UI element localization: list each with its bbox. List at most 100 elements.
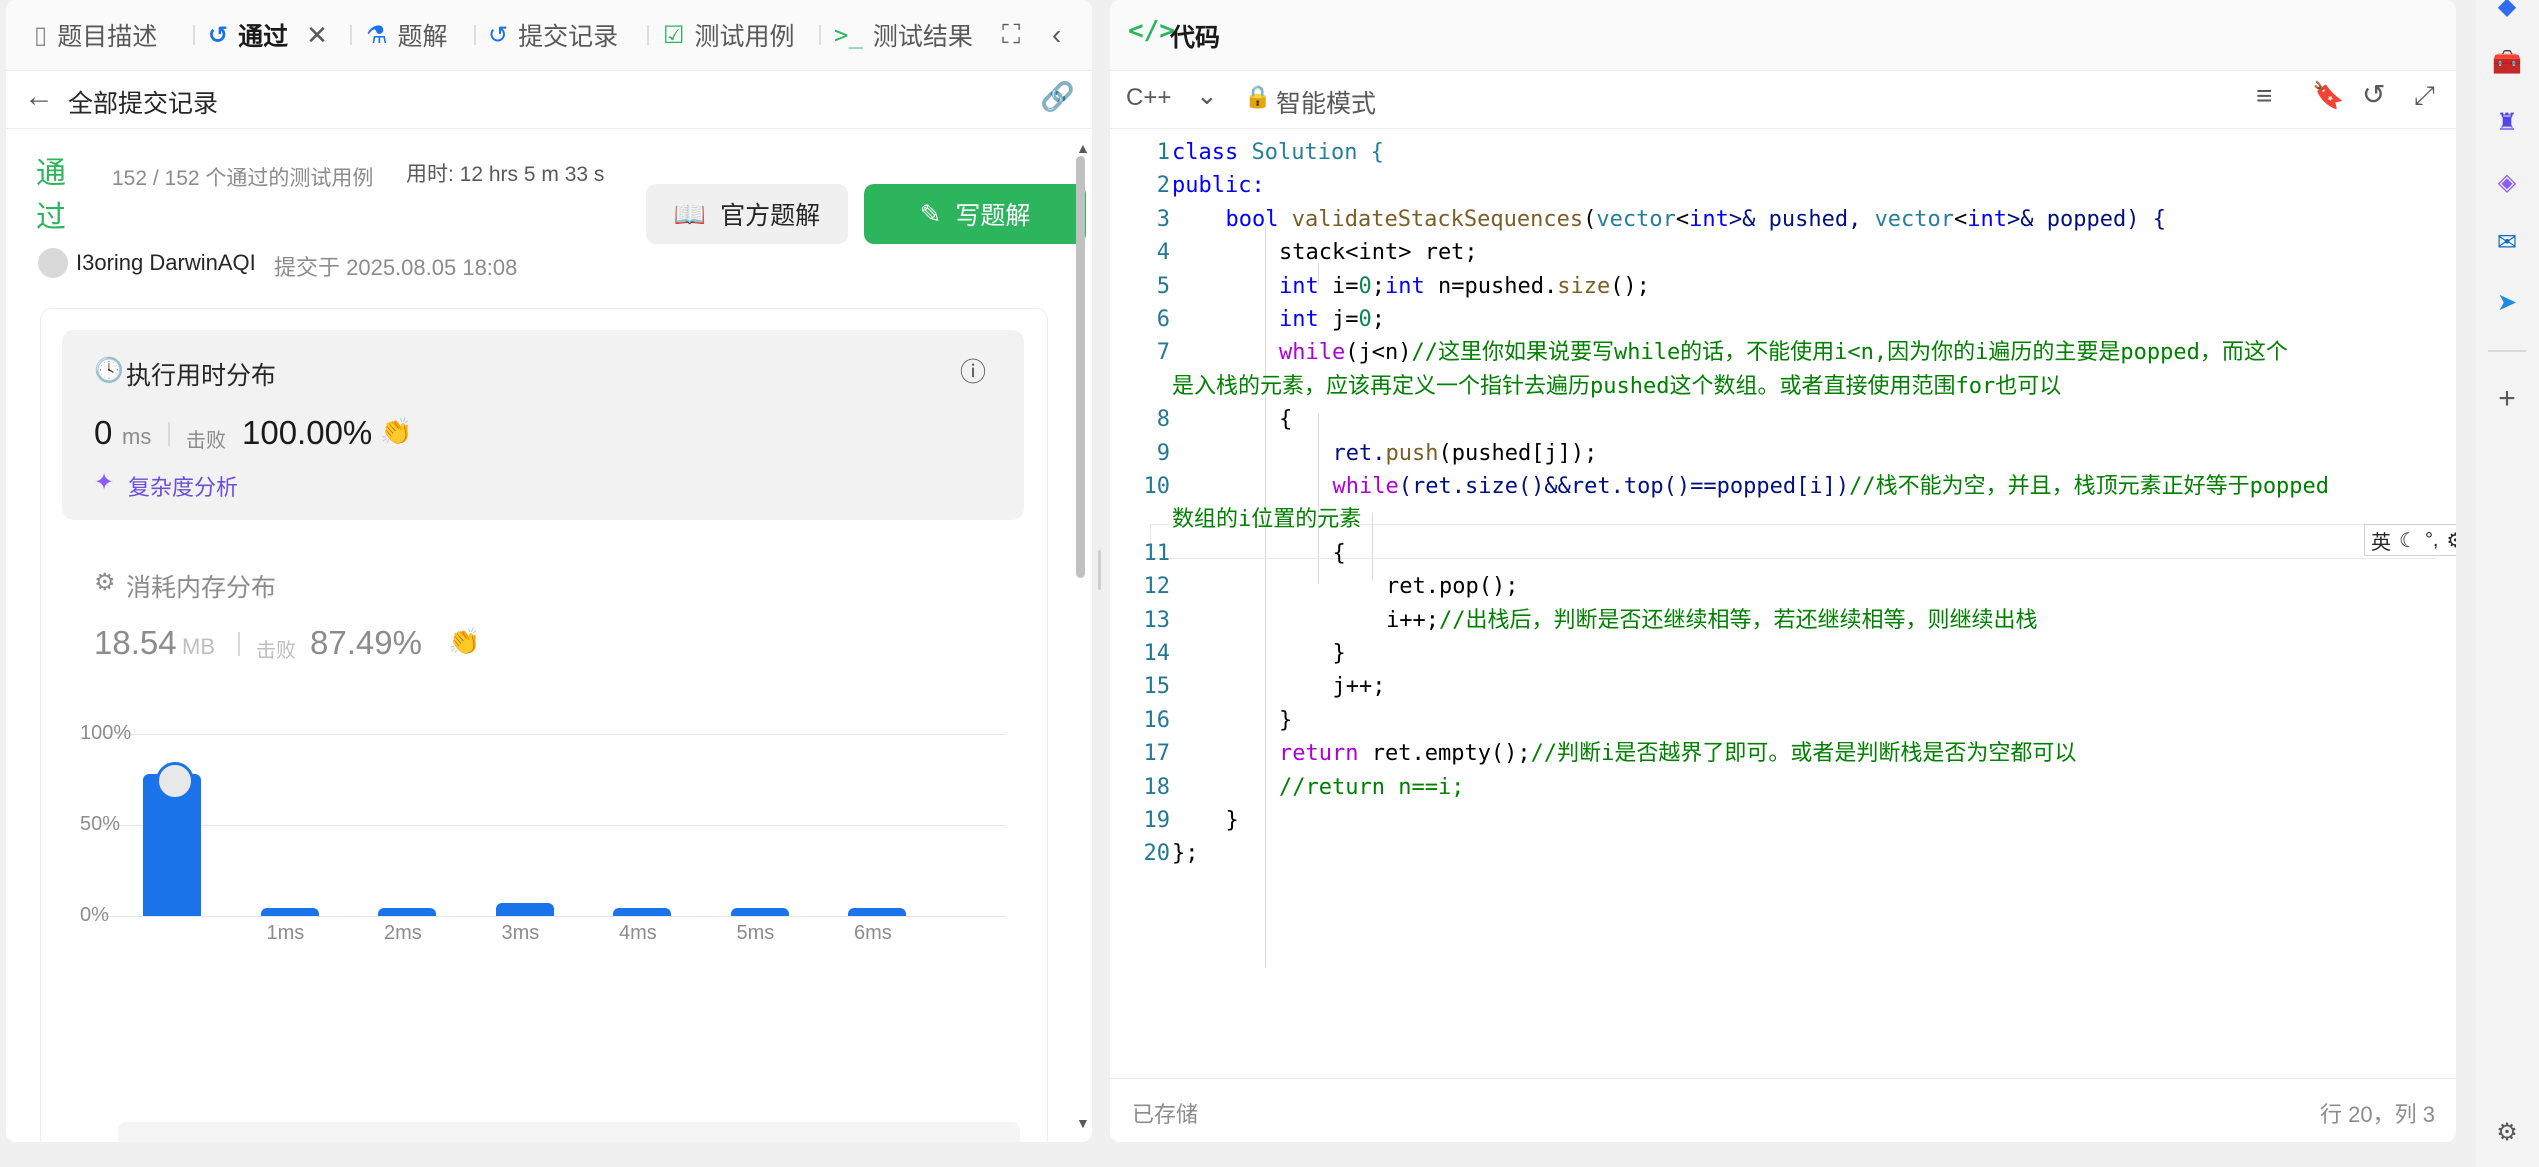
scrollbar[interactable]: ▲ ▼ [1074,140,1090,1140]
editor-panel: </> 代码 C++ ⌄ 🔒 智能模式 ≡ 🔖 ↺ ⤢ 1 class Solut… [1110,0,2456,1142]
code-token: push [1385,440,1439,466]
runtime-value: 0 [94,414,113,451]
code-token: bool [1225,206,1279,232]
code-line: int j=0; [1279,303,1385,336]
checkbox-icon: ☑ [663,21,685,49]
official-solution-button[interactable]: 📖 官方题解 [646,184,848,244]
reset-icon[interactable]: ↺ [2362,78,2385,111]
punct-icon[interactable]: °, [2425,529,2439,552]
line-number: 10 [1143,474,1171,499]
code-token: return [1279,741,1359,767]
ime-toolbar[interactable]: 英 ☾ °, ⚙ [2364,524,2456,556]
code-token: ; [1371,307,1385,332]
runtime-panel[interactable]: 🕓 执行用时分布 ⓘ 0 ms 击败 100.00% 👏 ✦ 复杂度分析 [62,330,1024,520]
close-icon[interactable]: ✕ [306,20,328,51]
expand-icon[interactable]: ⤢ [2414,80,2435,112]
code-line: public: [1172,169,1265,202]
arrow-left-icon[interactable]: ← [24,80,54,114]
editor-title-bar: </> 代码 [1110,0,2456,71]
scroll-up-icon[interactable]: ▲ [1076,140,1090,156]
code-token: ret.pop(); [1386,574,1519,600]
ime-lang[interactable]: 英 [2371,526,2391,555]
format-icon[interactable]: ≡ [2256,80,2272,112]
doc-icon: ▯ [34,21,48,49]
clap-icon: 👏 [448,626,481,656]
x-tick-label: 6ms [854,922,892,944]
complexity-link[interactable]: 复杂度分析 [128,470,238,502]
code-token: while [1279,340,1346,366]
scrollbar-thumb[interactable] [1076,156,1085,578]
bookmark-icon[interactable]: 🔖 [2312,80,2344,111]
chart-bar[interactable] [378,908,436,916]
memory-panel[interactable]: ⚙ 消耗内存分布 18.54 MB 击败 87.49% 👏 [62,540,1024,662]
tab-divider [350,25,352,45]
splitter-handle[interactable] [1098,550,1101,590]
code-token: 0 [1358,307,1372,332]
chevron-left-icon[interactable]: ‹ [1052,16,1061,54]
tab-divider [819,25,821,45]
code-token: >& pushed, [1728,206,1875,232]
tab-description[interactable]: ▯ 题目描述 [34,16,157,54]
write-solution-button[interactable]: ✎ 写题解 [864,184,1086,244]
code-editor[interactable]: 1 class Solution {2 public: 3 bool validateS… [1110,128,2437,1058]
memory-beat-pct: 87.49% [310,624,422,661]
diamond-icon[interactable]: ◆ [2492,0,2522,22]
chart-bar[interactable] [848,908,906,916]
line-number: 11 [1143,540,1171,566]
tab-accepted[interactable]: ↺ 通过 ✕ [208,16,328,54]
code-line: class Solution { [1172,136,1384,169]
outlook-icon[interactable]: ✉ [2492,228,2522,258]
chart-bar[interactable] [613,908,671,916]
gear-icon[interactable]: ⚙ [2447,528,2457,553]
chess-icon[interactable]: ♜ [2492,108,2522,138]
sparkle-icon: ✦ [94,469,115,496]
copilot-icon[interactable]: ◈ [2492,168,2522,198]
chevron-down-icon[interactable]: ⌄ [1196,80,1218,111]
code-token: }; [1172,841,1199,867]
chart-gridline [102,734,1006,735]
moon-icon[interactable]: ☾ [2399,528,2417,553]
tab-testcases[interactable]: ☑ 测试用例 [663,16,795,54]
clap-icon: 👏 [380,416,413,446]
line-number: 6 [1156,307,1170,332]
code-token: //栈不能为空，并且，栈顶元素正好等于popped [1849,474,2330,499]
code-line: //return n==i; [1279,771,1464,804]
fullscreen-icon[interactable]: ⛶ [1002,16,1020,54]
tab-solutions[interactable]: ⚗ 题解 [366,16,448,54]
code-token: ret. [1332,440,1386,466]
link-icon[interactable]: 🔗 [1040,80,1075,113]
code-token: ; [1371,273,1385,299]
terminal-icon: >_ [834,21,863,49]
chart-bar[interactable] [260,908,319,916]
memory-value: 18.54 [94,624,177,661]
code-line: return ret.empty();//判断i是否越界了即可。或者是判断栈是否… [1279,737,2076,770]
chart-bar[interactable] [495,903,554,916]
scroll-down-icon[interactable]: ▼ [1076,1115,1090,1131]
tab-test-result[interactable]: >_ 测试结果 [834,16,973,54]
x-tick-label: 4ms [619,922,657,944]
code-token: int [1689,206,1729,232]
toolbox-icon[interactable]: 🧰 [2492,48,2522,78]
info-icon[interactable]: ⓘ [960,352,986,389]
code-token: n=pushed. [1424,273,1558,299]
plus-icon[interactable]: + [2492,384,2522,414]
settings-icon[interactable]: ⚙ [2492,1118,2522,1148]
line-number: 16 [1143,707,1171,733]
code-line: ret.push(pushed[j]); [1333,437,1598,470]
line-number: 7 [1156,340,1170,366]
code-line: stack<int> ret; [1279,236,1478,269]
mode-label[interactable]: 智能模式 [1276,84,1376,120]
code-token: validateStackSequences [1278,206,1584,232]
code-token: //return n==i; [1279,774,1465,800]
clock-icon: 🕓 [94,357,124,384]
avatar[interactable] [38,248,68,278]
code-token: Solution { [1238,140,1384,165]
back-label[interactable]: 全部提交记录 [68,84,218,120]
y-tick-label: 50% [80,813,121,835]
chart-bar[interactable] [730,908,789,916]
send-icon[interactable]: ➤ [2492,288,2522,318]
memory-title: 消耗内存分布 [126,574,277,602]
username[interactable]: I3oring DarwinAQI [76,250,256,276]
tab-submissions[interactable]: ↺ 提交记录 [488,16,618,54]
language-select[interactable]: C++ [1126,84,1171,112]
